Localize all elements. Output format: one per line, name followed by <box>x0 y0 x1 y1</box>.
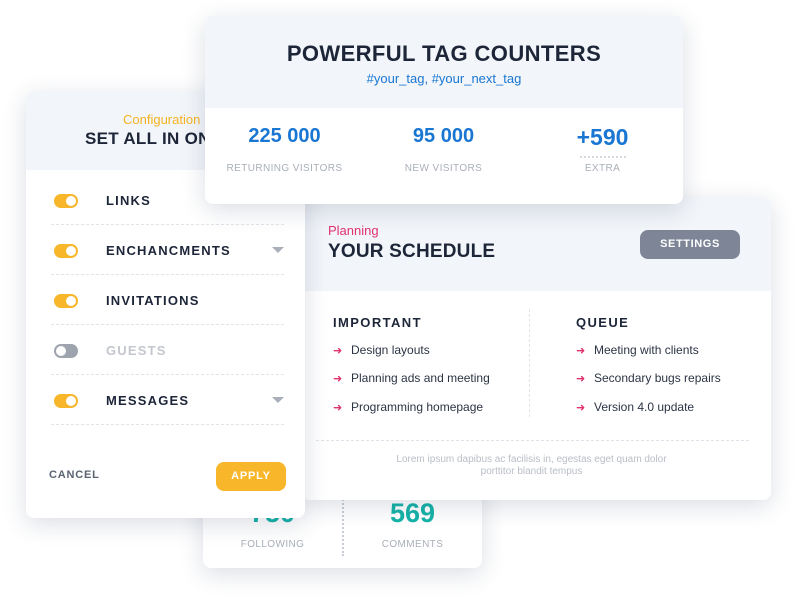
queue-item[interactable]: ➜ Meeting with clients <box>576 343 699 357</box>
schedule-subtitle: Planning <box>328 223 379 238</box>
counter-underline <box>580 156 626 158</box>
queue-title: QUEUE <box>576 315 630 330</box>
messages-toggle[interactable] <box>54 394 78 408</box>
config-item-guests: GUESTS <box>51 325 284 375</box>
counter-value: 225 000 <box>248 125 321 147</box>
config-item-enchancments: ENCHANCMENTS <box>51 225 284 275</box>
cancel-button[interactable]: CANCEL <box>49 469 100 481</box>
queue-item-label: Meeting with clients <box>594 343 699 357</box>
queue-item-label: Version 4.0 update <box>594 400 695 414</box>
links-toggle[interactable] <box>54 194 78 208</box>
arrow-right-icon: ➜ <box>333 345 343 357</box>
stat-comments-value: 569 <box>389 498 436 528</box>
schedule-header: Planning YOUR SCHEDULE SETTINGS <box>302 197 771 291</box>
queue-item[interactable]: ➜ Secondary bugs repairs <box>576 371 721 385</box>
stat-following-label: FOLLOWING <box>240 539 305 550</box>
important-item-label: Programming homepage <box>351 400 484 414</box>
counter-value: 95 000 <box>412 125 475 147</box>
arrow-right-icon: ➜ <box>333 373 343 385</box>
tag-counters-card: POWERFUL TAG COUNTERS #your_tag, #your_n… <box>205 16 683 204</box>
guests-toggle[interactable] <box>54 344 78 358</box>
counter-label: NEW VISITORS <box>404 163 483 174</box>
config-title: SET ALL IN ONE <box>85 129 223 148</box>
config-item-label: ENCHANCMENTS <box>106 243 231 258</box>
counter-returning-visitors: 225 000 RETURNING VISITORS <box>205 108 364 204</box>
schedule-title: YOUR SCHEDULE <box>328 241 496 262</box>
important-item[interactable]: ➜ Programming homepage <box>333 400 483 414</box>
tag-counters-title: POWERFUL TAG COUNTERS <box>286 41 602 66</box>
counter-label: RETURNING VISITORS <box>226 163 343 174</box>
schedule-footer-text: Lorem ipsum dapibus ac facilisis in, ege… <box>396 454 667 477</box>
schedule-card: Planning YOUR SCHEDULE SETTINGS IMPORTAN… <box>302 197 771 500</box>
arrow-right-icon: ➜ <box>333 402 343 414</box>
schedule-footer-divider <box>316 440 749 441</box>
config-subtitle: Configuration <box>123 112 201 127</box>
queue-item-label: Secondary bugs repairs <box>594 371 721 385</box>
config-item-label: MESSAGES <box>106 393 190 408</box>
config-item-label: LINKS <box>106 193 151 208</box>
counter-value: +590 <box>576 124 629 150</box>
important-item[interactable]: ➜ Design layouts <box>333 343 430 357</box>
enchancments-toggle[interactable] <box>54 244 78 258</box>
arrow-right-icon: ➜ <box>576 373 586 385</box>
config-item-messages: MESSAGES <box>51 375 284 425</box>
config-item-label: GUESTS <box>106 343 167 358</box>
caret-down-icon[interactable] <box>272 397 284 403</box>
invitations-toggle[interactable] <box>54 294 78 308</box>
queue-item[interactable]: ➜ Version 4.0 update <box>576 400 694 414</box>
important-item-label: Planning ads and meeting <box>351 371 490 385</box>
tag-counters-header: POWERFUL TAG COUNTERS #your_tag, #your_n… <box>205 16 683 108</box>
config-item-invitations: INVITATIONS <box>51 275 284 325</box>
important-item-label: Design layouts <box>351 343 430 357</box>
caret-down-icon[interactable] <box>272 247 284 253</box>
important-title: IMPORTANT <box>333 315 422 330</box>
config-item-label: INVITATIONS <box>106 293 200 308</box>
counter-label: EXTRA <box>584 163 621 174</box>
arrow-right-icon: ➜ <box>576 402 586 414</box>
schedule-column-divider <box>529 309 530 417</box>
important-item[interactable]: ➜ Planning ads and meeting <box>333 371 490 385</box>
arrow-right-icon: ➜ <box>576 345 586 357</box>
settings-button[interactable]: SETTINGS <box>640 230 740 259</box>
stat-comments-label: COMMENTS <box>381 539 444 550</box>
counter-new-visitors: 95 000 NEW VISITORS <box>364 108 523 204</box>
tag-list[interactable]: #your_tag, #your_next_tag <box>205 71 683 86</box>
counter-extra: +590 EXTRA <box>523 108 682 204</box>
apply-button[interactable]: APPLY <box>216 462 286 491</box>
